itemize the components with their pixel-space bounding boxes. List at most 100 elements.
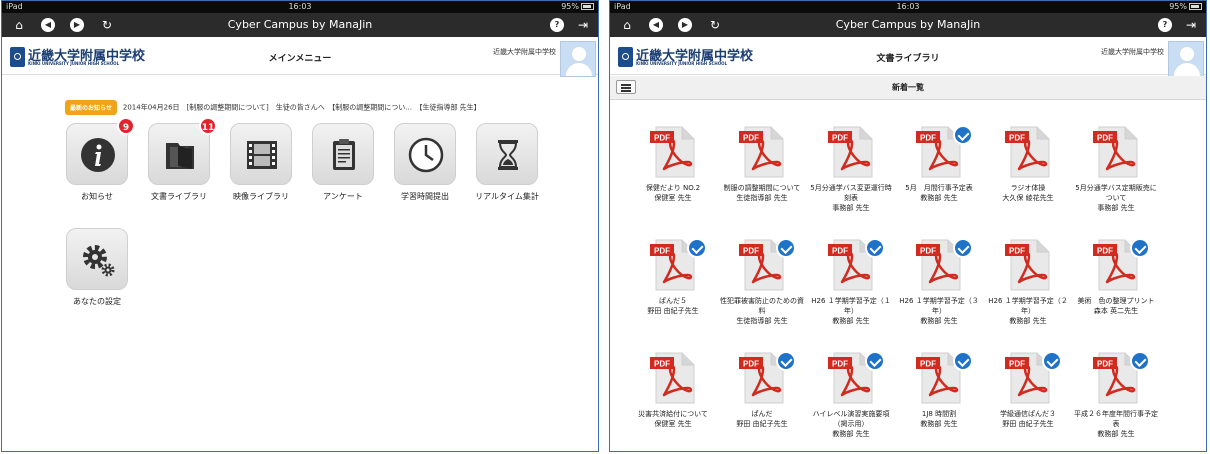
pdf-badge-text: PDF bbox=[920, 360, 936, 369]
document-item[interactable]: PDF 5月分通学バス変更運行時刻表 事務部 先生 bbox=[807, 125, 895, 213]
tile-settings-box[interactable] bbox=[66, 228, 128, 290]
tile-label: 文書ライブラリ bbox=[151, 192, 207, 201]
tile-survey-box[interactable] bbox=[312, 123, 374, 185]
document-item[interactable]: PDF ぱんだ 野田 由紀子先生 bbox=[718, 351, 806, 429]
document-item[interactable]: PDF H26 １学期学習予定（３年） 教務部 先生 bbox=[895, 238, 983, 326]
document-item[interactable]: PDF 学級通信ぱんだ３ 野田 由紀子先生 bbox=[984, 351, 1072, 429]
pdf-badge-text: PDF bbox=[920, 134, 936, 143]
document-item[interactable]: PDF ハイレベル演習実施要項（掲示用） 教務部 先生 bbox=[807, 351, 895, 439]
section-title: 新着一覧 bbox=[892, 83, 924, 92]
pdf-badge-text: PDF bbox=[1097, 134, 1113, 143]
tile-settings[interactable]: あなたの設定 bbox=[66, 228, 128, 307]
document-author: 教務部 先生 bbox=[832, 430, 870, 438]
navbar: ⌂ ◀ ▶ ↻ Cyber Campus by ManaJin ? ⇥ bbox=[2, 13, 598, 37]
tile-survey[interactable]: アンケート bbox=[312, 123, 374, 202]
document-item[interactable]: PDF ラジオ体操大久保 綾花先生 bbox=[984, 125, 1072, 203]
document-title: ラジオ体操 bbox=[1010, 184, 1046, 192]
gear-icon bbox=[83, 245, 115, 277]
document-item[interactable]: PDF H26 １学期学習予定（１年） 教務部 先生 bbox=[807, 238, 895, 326]
tile-notice[interactable]: 9 お知らせ bbox=[66, 117, 135, 202]
document-author: 生徒指導部 先生 bbox=[736, 194, 788, 202]
pdf-file-icon: PDF bbox=[650, 126, 695, 178]
avatar[interactable] bbox=[560, 41, 596, 77]
document-item[interactable]: PDF 5月分通学バス定期販売について事務部 先生 bbox=[1072, 125, 1160, 213]
document-author: 生徒指導部 先生 bbox=[736, 317, 788, 325]
tile-document-library-box[interactable]: 11 bbox=[148, 117, 217, 185]
document-title: 性犯罪被害防止のための資料 bbox=[720, 297, 804, 315]
reload-icon[interactable]: ↻ bbox=[708, 18, 722, 32]
pdf-badge-text: PDF bbox=[1009, 134, 1025, 143]
read-check-icon bbox=[1130, 351, 1150, 371]
document-item[interactable]: PDF 5月 月間行事予定表 教務部 先生 bbox=[895, 125, 983, 203]
info-icon bbox=[81, 138, 115, 172]
help-icon[interactable]: ? bbox=[550, 18, 564, 32]
document-title: ハイレベル演習実施要項（掲示用） bbox=[812, 410, 890, 428]
document-item[interactable]: PDF 平成２６年度年間行事予定表 教務部 先生 bbox=[1072, 351, 1160, 439]
pdf-file-icon: PDF bbox=[739, 126, 784, 178]
read-check-icon bbox=[776, 238, 796, 258]
document-title: H26 １学期学習予定（１年） bbox=[811, 297, 891, 315]
document-author: 教務部 先生 bbox=[1097, 430, 1135, 438]
avatar[interactable] bbox=[1168, 41, 1204, 77]
battery-indicator: 95% bbox=[561, 1, 594, 13]
document-author: 事務部 先生 bbox=[1097, 204, 1135, 212]
tile-realtime-tally[interactable]: リアルタイム集計 bbox=[475, 123, 539, 202]
document-item[interactable]: PDF 制服の調整期間について 生徒指導部 先生 bbox=[718, 125, 806, 203]
back-icon[interactable]: ◀ bbox=[649, 18, 663, 32]
tile-video-library[interactable]: 映像ライブラリ bbox=[230, 123, 292, 202]
help-icon[interactable]: ? bbox=[1158, 18, 1172, 32]
document-title: H26 １学期学習予定（３年） bbox=[899, 297, 979, 315]
document-title: 美術 色の整理プリント bbox=[1077, 297, 1155, 305]
document-item[interactable]: PDF 災害共済給付について 保健室 先生 bbox=[629, 351, 717, 429]
pdf-badge-text: PDF bbox=[743, 134, 759, 143]
logout-icon[interactable]: ⇥ bbox=[576, 18, 590, 32]
document-author: 事務部 先生 bbox=[832, 204, 870, 212]
logo-subtext: KINKI UNIVERSITY JUNIOR HIGH SCHOOL bbox=[636, 61, 728, 66]
forward-icon[interactable]: ▶ bbox=[70, 18, 84, 32]
clock: 16:03 bbox=[896, 2, 920, 11]
document-title: 災害共済給付について bbox=[638, 410, 708, 418]
document-item[interactable]: PDF 美術 色の整理プリント 森本 英二先生 bbox=[1072, 238, 1160, 316]
pdf-badge-text: PDF bbox=[654, 134, 670, 143]
document-item[interactable]: PDF ぱんだ５ 野田 由紀子先生 bbox=[629, 238, 717, 316]
battery-indicator: 95% bbox=[1169, 1, 1202, 13]
tile-video-library-box[interactable] bbox=[230, 123, 292, 185]
header: 近畿大学附属中学校 KINKI UNIVERSITY JUNIOR HIGH S… bbox=[610, 37, 1206, 77]
document-title: 平成２６年度年間行事予定表 bbox=[1074, 410, 1158, 428]
pdf-badge-text: PDF bbox=[654, 247, 670, 256]
reload-icon[interactable]: ↻ bbox=[100, 18, 114, 32]
clock-icon bbox=[408, 137, 444, 173]
logo-subtext: KINKI UNIVERSITY JUNIOR HIGH SCHOOL bbox=[28, 61, 120, 66]
pdf-file-icon: PDF bbox=[1093, 126, 1138, 178]
document-item[interactable]: PDF 1J8 時間割 教務部 先生 bbox=[895, 351, 983, 429]
news-ticker[interactable]: 最新のお知らせ 2014年04月26日 [制服の調整期間について] 生徒の皆さんへ… bbox=[65, 100, 481, 115]
document-title: 5月分通学バス定期販売について bbox=[1075, 184, 1157, 202]
tile-document-library[interactable]: 11 文書ライブラリ bbox=[148, 117, 217, 202]
document-author: 教務部 先生 bbox=[920, 194, 958, 202]
document-item[interactable]: PDF 保健だより NO.2 保健室 先生 bbox=[629, 125, 717, 203]
document-item[interactable]: PDF H26 １学期学習予定（２年） 教務部 先生 bbox=[984, 238, 1072, 326]
read-check-icon bbox=[865, 238, 885, 258]
tile-study-time[interactable]: 学習時間提出 bbox=[394, 123, 456, 202]
menu-button[interactable] bbox=[616, 80, 636, 94]
document-item[interactable]: PDF 性犯罪被害防止のための資料 生徒指導部 先生 bbox=[718, 238, 806, 326]
school-name: 近畿大学附属中学校 bbox=[493, 48, 556, 56]
home-icon[interactable]: ⌂ bbox=[12, 18, 26, 32]
forward-icon[interactable]: ▶ bbox=[678, 18, 692, 32]
tile-study-time-box[interactable] bbox=[394, 123, 456, 185]
header: 近畿大学附属中学校 KINKI UNIVERSITY JUNIOR HIGH S… bbox=[2, 37, 598, 77]
back-icon[interactable]: ◀ bbox=[41, 18, 55, 32]
read-check-icon bbox=[776, 351, 796, 371]
hamburger-icon bbox=[621, 84, 631, 86]
logout-icon[interactable]: ⇥ bbox=[1184, 18, 1198, 32]
tile-notice-box[interactable]: 9 bbox=[66, 117, 135, 185]
tile-realtime-tally-box[interactable] bbox=[476, 123, 538, 185]
read-check-icon bbox=[953, 351, 973, 371]
news-text[interactable]: 2014年04月26日 [制服の調整期間について] 生徒の皆さんへ 【制服の調整… bbox=[123, 104, 481, 112]
main-menu-screen: iPad 16:03 95% ⌂ ◀ ▶ ↻ Cyber Campus by M… bbox=[1, 0, 599, 452]
news-badge: 最新のお知らせ bbox=[65, 100, 117, 115]
app-title: Cyber Campus by ManaJin bbox=[227, 18, 373, 31]
document-author: 大久保 綾花先生 bbox=[1002, 194, 1054, 202]
home-icon[interactable]: ⌂ bbox=[620, 18, 634, 32]
tile-label: アンケート bbox=[323, 192, 363, 201]
